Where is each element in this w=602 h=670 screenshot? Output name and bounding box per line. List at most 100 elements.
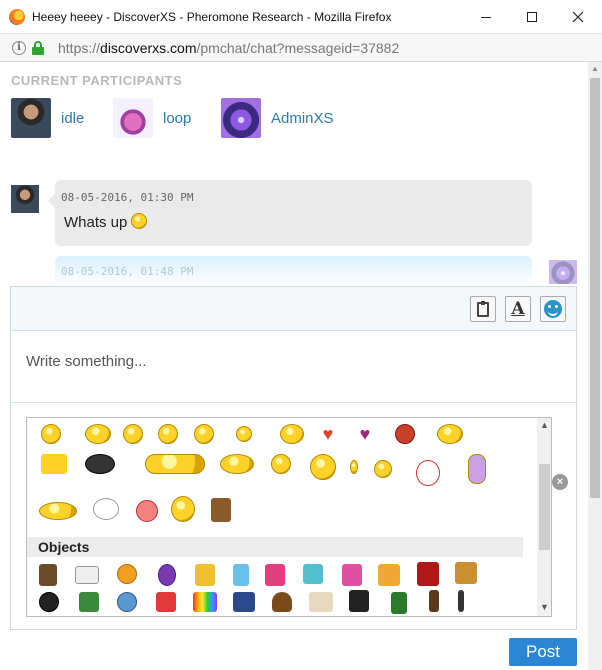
avatar[interactable]	[221, 98, 261, 138]
emoji-crowd-icon[interactable]	[145, 454, 205, 474]
font-button[interactable]: A	[505, 296, 531, 322]
lock-icon[interactable]	[32, 41, 44, 55]
gift-icon[interactable]	[156, 592, 176, 612]
pirate-flag-icon[interactable]	[349, 590, 369, 612]
close-emoji-panel-button[interactable]: ×	[552, 474, 568, 490]
clipboard-icon	[477, 300, 489, 317]
emoji-rose-icon[interactable]	[395, 424, 415, 444]
emoji-grin-icon[interactable]	[158, 424, 178, 444]
scrollbar-thumb[interactable]	[590, 78, 600, 498]
participant-adminxs[interactable]: AdminXS	[221, 98, 334, 138]
clipboard-button[interactable]	[470, 296, 496, 322]
window-title: Heeey heeey - DiscoverXS - Pheromone Res…	[32, 10, 392, 24]
bottle-icon[interactable]	[429, 590, 439, 612]
minimize-button[interactable]	[466, 4, 506, 30]
chevron-down-icon[interactable]: ▼	[540, 602, 549, 612]
emoji-sunglasses-icon[interactable]	[41, 424, 61, 444]
message-avatar[interactable]	[11, 185, 39, 213]
emoji-wall-icon[interactable]	[437, 424, 463, 444]
emoji-pirate-icon[interactable]	[171, 496, 195, 522]
avatar[interactable]	[113, 98, 153, 138]
participant-loop[interactable]: loop	[113, 98, 191, 138]
chevron-up-icon[interactable]: ▲	[588, 62, 602, 76]
emoji-button[interactable]	[540, 296, 566, 322]
creeper-icon[interactable]	[79, 592, 99, 612]
message-bubble: 08-05-2016, 01:48 PM	[55, 256, 532, 286]
emoji-help-icon[interactable]	[41, 454, 67, 474]
grapes-icon[interactable]	[265, 564, 285, 586]
page-scrollbar[interactable]: ▲	[588, 62, 602, 670]
cocktail-icon[interactable]	[342, 564, 362, 586]
emoji-glasses-icon[interactable]	[123, 424, 143, 444]
post-button[interactable]: Post	[509, 638, 577, 666]
rose-icon[interactable]	[417, 562, 439, 586]
maximize-button[interactable]	[512, 4, 552, 30]
participant-name[interactable]: idle	[61, 110, 84, 127]
bitcoin-icon[interactable]	[117, 564, 137, 584]
poop-icon[interactable]	[272, 592, 292, 612]
participant-idle[interactable]: idle	[11, 98, 84, 138]
emoji-music-icon[interactable]	[194, 424, 214, 444]
coffee-icon[interactable]	[75, 566, 99, 584]
message-placeholder: Write something...	[26, 353, 147, 370]
emoji-cigar-icon[interactable]	[271, 454, 291, 474]
emoji-love-icon[interactable]	[136, 500, 158, 522]
font-icon: A	[511, 299, 525, 319]
heart-icon[interactable]: ♥	[318, 424, 338, 444]
emoji-monkey-icon[interactable]	[211, 498, 231, 522]
emoji-santa-icon[interactable]	[416, 460, 440, 486]
test-tubes-icon[interactable]	[303, 564, 323, 584]
emoji-dancing-banana-icon[interactable]	[468, 454, 486, 484]
padlock-icon[interactable]	[195, 564, 215, 586]
emoji-finger-icon[interactable]	[220, 454, 254, 474]
emoji-panel-scrollbar[interactable]: ▲ ▼	[537, 418, 551, 616]
close-window-button[interactable]	[558, 4, 598, 30]
emoji-section-objects: Objects	[27, 537, 523, 557]
message-avatar[interactable]	[549, 260, 577, 284]
purple-heart-icon[interactable]: ♥	[355, 424, 375, 444]
emoji-icon	[544, 300, 562, 318]
lipstick-icon[interactable]	[458, 590, 464, 612]
horn-icon[interactable]	[309, 592, 333, 612]
emoji-sleep-icon[interactable]	[310, 454, 336, 480]
message-text: Whats up	[64, 213, 148, 231]
flask-icon[interactable]	[233, 564, 249, 586]
emoji-banana-icon[interactable]	[350, 460, 358, 474]
chevron-up-icon[interactable]: ▲	[540, 420, 549, 430]
emoji-small-smile-icon[interactable]	[236, 426, 252, 442]
beer-icon[interactable]	[39, 564, 57, 586]
emoji-fly-icon[interactable]	[39, 502, 77, 520]
chat-page: CURRENT PARTICIPANTS idle loop AdminXS 0…	[0, 62, 588, 670]
emoji-shy-icon[interactable]	[374, 460, 392, 478]
url-text[interactable]: https://discoverxs.com/pmchat/chat?messa…	[58, 40, 399, 56]
participants-heading: CURRENT PARTICIPANTS	[11, 73, 183, 88]
address-bar[interactable]: i https://discoverxs.com/pmchat/chat?mes…	[0, 34, 602, 62]
scrollbar-thumb[interactable]	[539, 464, 550, 550]
emoji-hello-kitty-icon[interactable]	[93, 498, 119, 520]
message-timestamp: 08-05-2016, 01:48 PM	[61, 265, 194, 278]
message-input[interactable]: Write something...	[11, 331, 576, 403]
firefox-icon	[9, 9, 25, 25]
window-titlebar: Heeey heeey - DiscoverXS - Pheromone Res…	[0, 0, 602, 34]
emoji-kiss-icon[interactable]	[280, 424, 304, 444]
peace-icon[interactable]	[117, 592, 137, 612]
balloon-icon[interactable]	[158, 564, 176, 586]
beer-mug-icon[interactable]	[378, 564, 400, 586]
spam-icon[interactable]	[233, 592, 255, 612]
composer-toolbar: A	[11, 287, 576, 331]
bomb-icon[interactable]	[39, 592, 59, 612]
message-timestamp: 08-05-2016, 01:30 PM	[61, 191, 194, 204]
participant-name[interactable]: loop	[163, 110, 191, 127]
message-bubble: 08-05-2016, 01:30 PM Whats up	[48, 180, 532, 246]
info-icon[interactable]: i	[12, 41, 26, 55]
emoji-smoking-icon[interactable]	[85, 424, 111, 444]
box-icon[interactable]	[455, 562, 477, 584]
message-composer: A Write something... ♥ ♥ Objects ▲ ▼ ×	[10, 286, 577, 630]
close-icon	[572, 11, 584, 23]
rainbow-icon[interactable]	[193, 592, 217, 612]
christmas-tree-icon[interactable]	[391, 592, 407, 614]
participant-name[interactable]: AdminXS	[271, 110, 334, 127]
avatar[interactable]	[11, 98, 51, 138]
emoji-angry-icon[interactable]	[85, 454, 115, 474]
emoji-panel: ♥ ♥ Objects ▲ ▼	[26, 417, 552, 617]
